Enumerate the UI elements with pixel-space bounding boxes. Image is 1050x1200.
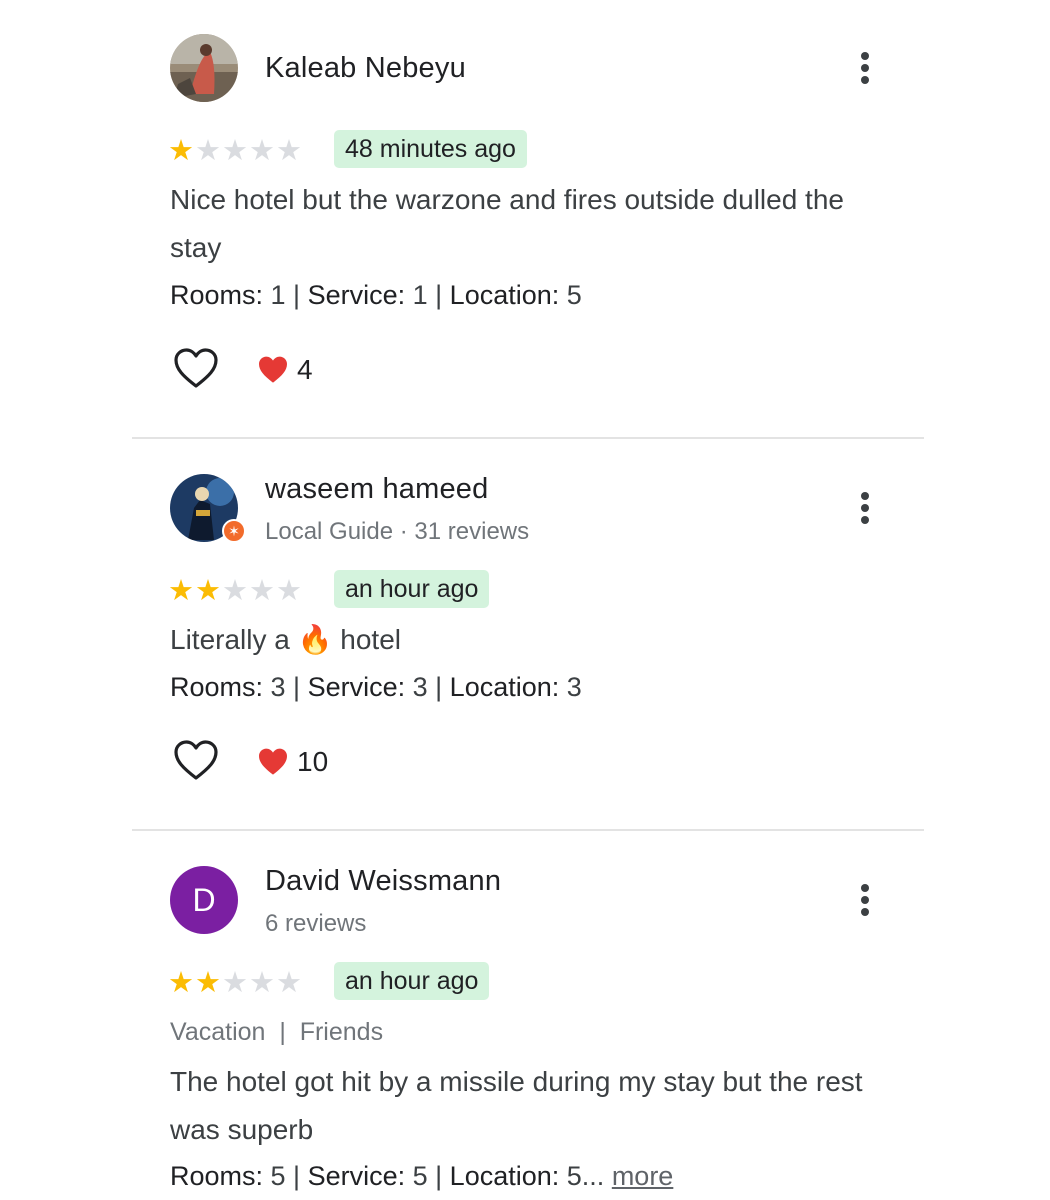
divider	[132, 829, 924, 831]
reviewer-info: Local Guide · 31 reviews	[265, 518, 530, 545]
sub-ratings: Rooms: 3 | Service: 3 | Location: 3	[170, 672, 582, 703]
rooms-label: Rooms:	[170, 1161, 264, 1191]
more-options-icon[interactable]	[851, 48, 879, 88]
more-options-icon[interactable]	[851, 880, 879, 920]
more-options-icon[interactable]	[851, 488, 879, 528]
review-text-part: Literally a	[170, 624, 298, 655]
review-time-badge: an hour ago	[334, 962, 490, 1000]
avatar[interactable]	[170, 34, 238, 102]
review-text: The hotel got hit by a missile during my…	[170, 1066, 863, 1145]
service-value: 3 |	[405, 672, 450, 702]
heart-outline-icon	[174, 740, 218, 780]
reaction-count: 10	[297, 746, 329, 777]
reviewer-info: 6 reviews	[265, 910, 367, 937]
review-time-badge: an hour ago	[334, 570, 490, 608]
avatar-photo	[170, 34, 238, 102]
fire-emoji-icon: 🔥	[297, 624, 333, 655]
service-value: 5 |	[405, 1161, 450, 1191]
star-filled-icon: ★★	[168, 575, 222, 607]
star-rating: ★★★★★	[168, 968, 303, 998]
star-empty-icon: ★★★	[222, 967, 303, 999]
location-value: 3	[559, 672, 582, 702]
sub-ratings: Rooms: 1 | Service: 1 | Location: 5	[170, 280, 582, 311]
sub-ratings: Rooms: 5 | Service: 5 | Location: 5... m…	[170, 1161, 673, 1192]
rooms-value: 3 |	[263, 672, 308, 702]
location-label: Location:	[449, 672, 560, 702]
location-value: 5	[559, 280, 582, 310]
reaction-count: 4	[297, 354, 313, 385]
star-empty-icon: ★★★	[222, 575, 303, 607]
reaction-summary[interactable]: 4	[257, 353, 313, 387]
star-filled-icon: ★	[168, 135, 195, 167]
reaction-summary[interactable]: 10	[257, 745, 328, 779]
service-value: 1 |	[405, 280, 450, 310]
reviewer-name[interactable]: Kaleab Nebeyu	[265, 52, 466, 85]
location-label: Location:	[449, 280, 560, 310]
location-label: Location:	[449, 1161, 560, 1191]
review-text: Nice hotel but the warzone and fires out…	[170, 184, 844, 263]
location-value: 5...	[559, 1161, 605, 1191]
rooms-value: 1 |	[263, 280, 308, 310]
heart-outline-icon	[174, 348, 218, 388]
trip-tags: Vacation | Friends	[170, 1018, 384, 1046]
local-guide-icon: ✶	[222, 519, 246, 543]
star-rating: ★★★★★	[168, 576, 303, 606]
service-label: Service:	[307, 672, 406, 702]
rooms-label: Rooms:	[170, 280, 264, 310]
like-button[interactable]	[173, 740, 219, 782]
service-label: Service:	[307, 280, 406, 310]
heart-filled-icon	[259, 748, 287, 775]
star-empty-icon: ★★★★	[195, 135, 303, 167]
rooms-label: Rooms:	[170, 672, 264, 702]
rooms-value: 5 |	[263, 1161, 308, 1191]
star-rating: ★★★★★	[168, 136, 303, 166]
reviewer-name[interactable]: waseem hameed	[265, 473, 488, 506]
like-button[interactable]	[173, 348, 219, 390]
reviewer-name[interactable]: David Weissmann	[265, 865, 501, 898]
more-link[interactable]: more	[612, 1161, 674, 1191]
heart-filled-icon	[259, 356, 287, 383]
review-text-part: hotel	[332, 624, 401, 655]
avatar[interactable]: D	[170, 866, 238, 934]
star-filled-icon: ★★	[168, 967, 222, 999]
review-time-badge: 48 minutes ago	[334, 130, 527, 168]
divider	[132, 437, 924, 439]
review-text: Literally a 🔥 hotel	[170, 616, 900, 664]
service-label: Service:	[307, 1161, 406, 1191]
